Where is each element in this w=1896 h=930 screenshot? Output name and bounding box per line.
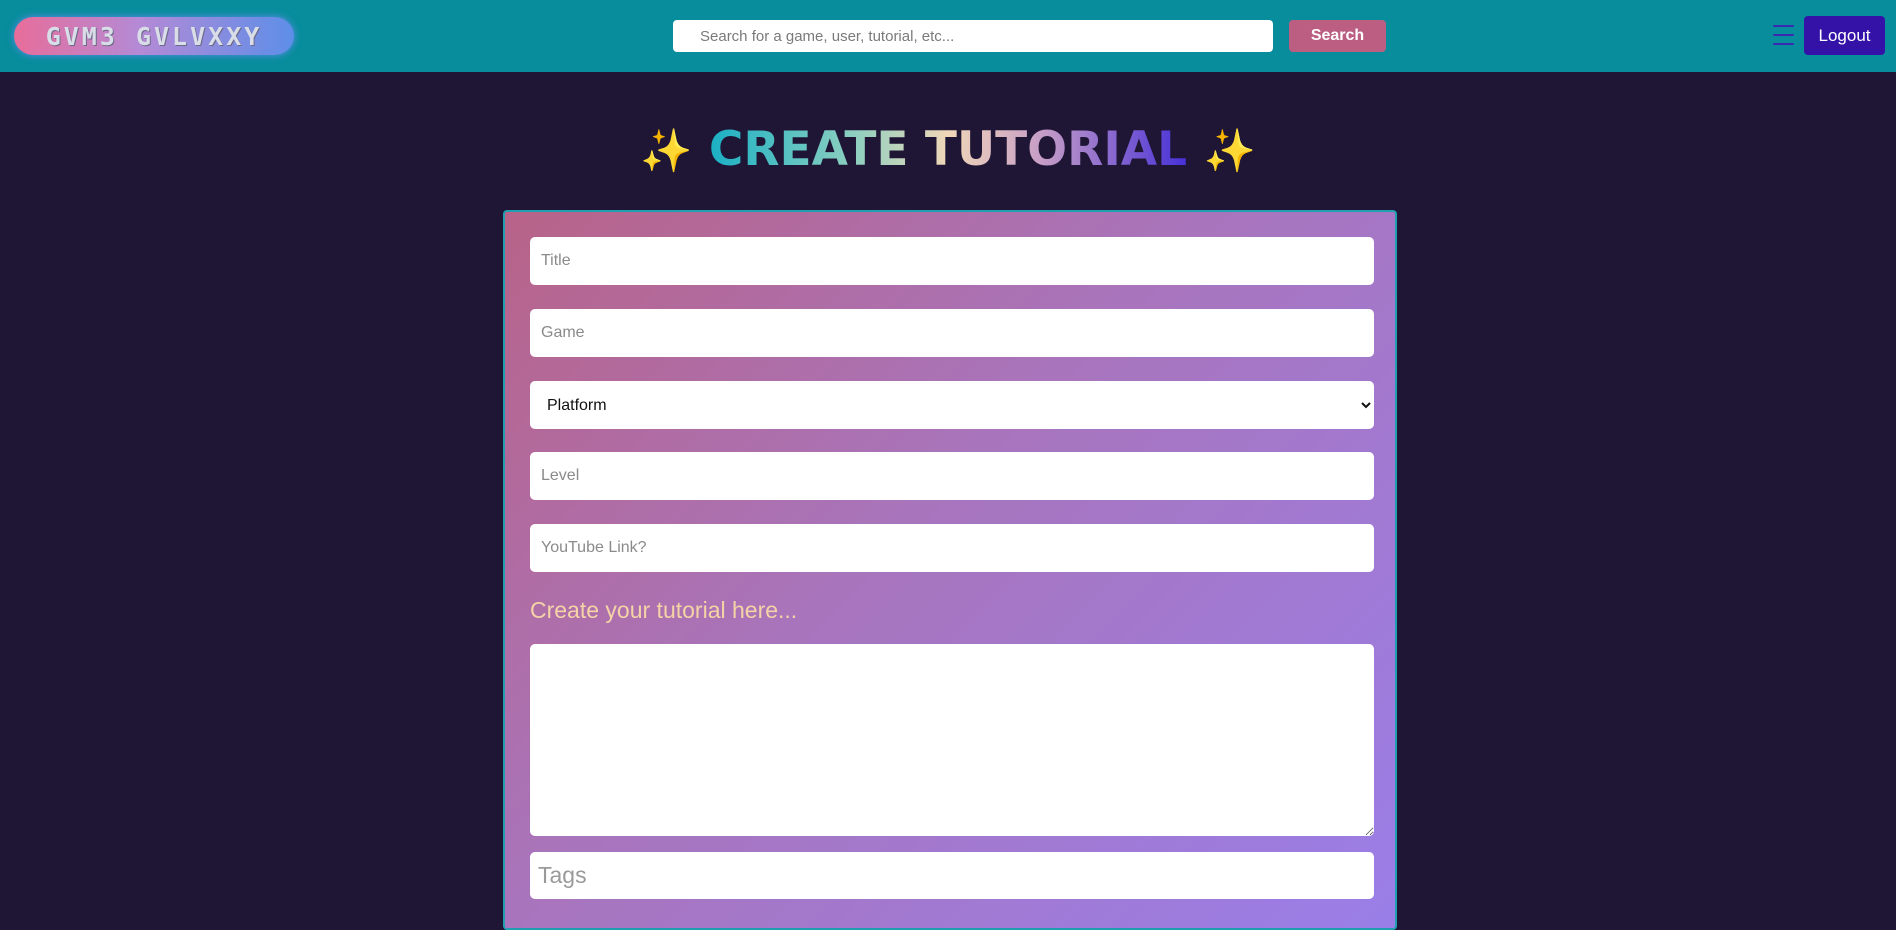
navbar: GVM3 GVLVXXY Search Logout bbox=[0, 0, 1896, 72]
editor-label: Create your tutorial here... bbox=[530, 597, 798, 623]
menu-icon-bar bbox=[1773, 25, 1794, 27]
sparkle-icon: ✨ bbox=[640, 126, 693, 175]
menu-icon-bar bbox=[1773, 34, 1794, 36]
search-input[interactable] bbox=[673, 20, 1273, 52]
level-input[interactable] bbox=[530, 452, 1374, 500]
create-tutorial-form: Platform Create your tutorial here... bbox=[503, 210, 1397, 930]
sparkle-icon: ✨ bbox=[1203, 126, 1256, 175]
youtube-link-input[interactable] bbox=[530, 524, 1374, 572]
tags-input[interactable] bbox=[530, 852, 1374, 899]
hamburger-menu-icon[interactable] bbox=[1773, 25, 1794, 45]
page-title-text: CREATE TUTORIAL bbox=[708, 122, 1188, 177]
title-input[interactable] bbox=[530, 237, 1374, 285]
logout-button[interactable]: Logout bbox=[1804, 16, 1885, 55]
game-input[interactable] bbox=[530, 309, 1374, 357]
tutorial-editor[interactable] bbox=[530, 644, 1374, 836]
platform-select[interactable]: Platform bbox=[530, 381, 1374, 429]
page-title: ✨ CREATE TUTORIAL ✨ bbox=[0, 118, 1896, 183]
site-logo[interactable]: GVM3 GVLVXXY bbox=[14, 17, 294, 55]
search-button[interactable]: Search bbox=[1289, 20, 1386, 52]
menu-icon-bar bbox=[1773, 43, 1794, 45]
